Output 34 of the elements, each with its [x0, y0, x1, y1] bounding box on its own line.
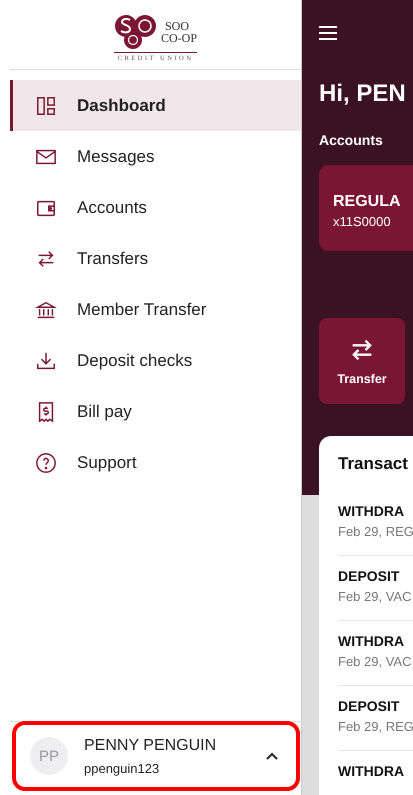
card-title: Transact	[338, 454, 409, 474]
transaction-title: WITHDRA	[338, 763, 406, 779]
nav-item[interactable]: Member Transfer	[10, 284, 301, 335]
nav-item[interactable]: Accounts	[10, 182, 301, 233]
user-id: ppenguin123	[84, 760, 160, 776]
logo-text: SOO	[164, 20, 190, 32]
logo-text: CO-OP	[160, 32, 197, 44]
nav-item[interactable]: Bill pay	[10, 386, 301, 437]
account-name: REGULA	[333, 193, 402, 211]
user-name: PENNY PENGUIN	[84, 736, 218, 754]
logo-circles-icon	[114, 14, 158, 50]
user-menu[interactable]: PP PENNY PENGUIN ppenguin123	[12, 721, 300, 791]
account-card[interactable]: REGULA x11S0000	[319, 165, 413, 251]
menu-icon[interactable]	[319, 26, 337, 40]
nav-item[interactable]: Dashboard	[10, 80, 301, 131]
nav-item[interactable]: Support	[10, 437, 301, 488]
help-icon	[35, 452, 57, 474]
avatar: PP	[30, 737, 68, 775]
transfer-button[interactable]: Transfer	[319, 318, 405, 404]
section-title: Accounts	[319, 132, 384, 148]
dashboard-icon	[35, 94, 57, 116]
transaction-detail: Feb 29, REG	[338, 719, 413, 734]
nav-item[interactable]: Transfers	[10, 233, 301, 284]
transaction-detail: Feb 29, VAC	[338, 589, 412, 604]
nav-item[interactable]: Messages	[10, 131, 301, 182]
transaction-title: WITHDRA	[338, 503, 406, 519]
transaction-detail: Feb 29, REG	[338, 524, 413, 539]
greeting: Hi, PEN	[319, 79, 407, 109]
transaction-detail: Feb 29, VAC	[338, 654, 412, 669]
account-number: x11S0000	[333, 214, 392, 229]
transaction-title: WITHDRA	[338, 633, 406, 649]
transaction-title: DEPOSIT	[338, 568, 400, 584]
transaction-title: DEPOSIT	[338, 698, 400, 714]
nav-item[interactable]: Deposit checks	[10, 335, 301, 386]
